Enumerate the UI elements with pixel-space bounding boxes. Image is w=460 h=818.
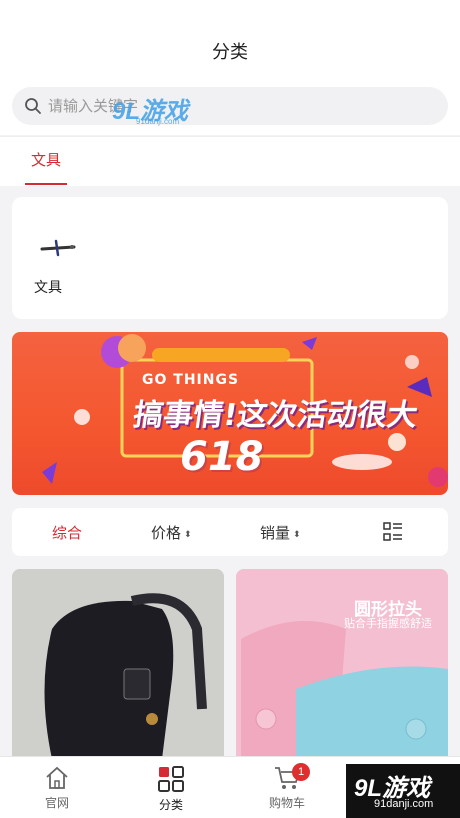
- sort-price-label: 价格: [151, 525, 182, 542]
- banner-618-label: 618: [180, 434, 264, 480]
- sort-composite-label: 综合: [52, 525, 83, 542]
- search-input[interactable]: [48, 87, 428, 125]
- list-view-icon[interactable]: [382, 521, 404, 543]
- watermark-corner-site: 91danji.com: [374, 798, 434, 810]
- tabbar-label: 官网: [44, 796, 69, 810]
- product-card-backpack[interactable]: [12, 569, 224, 759]
- page-title: 分类: [212, 42, 248, 62]
- promo-banner[interactable]: GO THINGS 搞事情!这次活动很大 618: [12, 332, 448, 495]
- sort-bar: 综合 价格 ⬍ 销量 ⬍: [12, 508, 448, 556]
- home-icon: [46, 766, 68, 789]
- backpack-image: [12, 569, 224, 759]
- sort-sales[interactable]: 销量 ⬍: [260, 522, 301, 543]
- search-bar[interactable]: [12, 87, 448, 125]
- tabbar-label: 购物车: [268, 796, 305, 810]
- product-caption-subtitle: 贴合手指握感舒适: [344, 618, 432, 630]
- tabbar-item-category[interactable]: 分类: [136, 765, 206, 813]
- active-tab-indicator: [25, 183, 67, 185]
- pen-icon: [40, 239, 76, 257]
- sort-arrow-icon: ⬍: [184, 529, 192, 539]
- cart-badge: 1: [292, 763, 310, 781]
- tabbar-label: 分类: [158, 798, 183, 812]
- tab-stationery[interactable]: 文具: [25, 149, 67, 170]
- watermark-site: 91danji.com: [136, 117, 180, 126]
- subcategory-label: 文具: [34, 279, 62, 295]
- tabbar-item-cart[interactable]: 1 购物车: [252, 763, 322, 811]
- sort-price[interactable]: 价格 ⬍: [151, 522, 192, 543]
- banner-headline-en: GO THINGS: [142, 372, 240, 388]
- sort-composite[interactable]: 综合: [52, 522, 82, 543]
- watermark-corner: 9L游戏 91danji.com: [346, 764, 460, 818]
- banner-headline: 搞事情!这次活动很大: [131, 398, 420, 433]
- sort-arrow-icon: ⬍: [293, 529, 301, 539]
- category-tabs: 文具: [0, 136, 460, 186]
- sort-sales-label: 销量: [260, 525, 291, 542]
- category-icon: [158, 766, 184, 792]
- product-card-pencil-case[interactable]: 圆形拉头 贴合手指握感舒适: [236, 569, 448, 759]
- top-header: 分类 9L游戏 91danji.com: [0, 0, 460, 135]
- subcategory-card: 文具: [12, 197, 448, 319]
- tabbar-item-home[interactable]: 官网: [22, 765, 92, 811]
- search-icon: [25, 98, 41, 114]
- subcategory-item-stationery[interactable]: 文具: [34, 225, 84, 297]
